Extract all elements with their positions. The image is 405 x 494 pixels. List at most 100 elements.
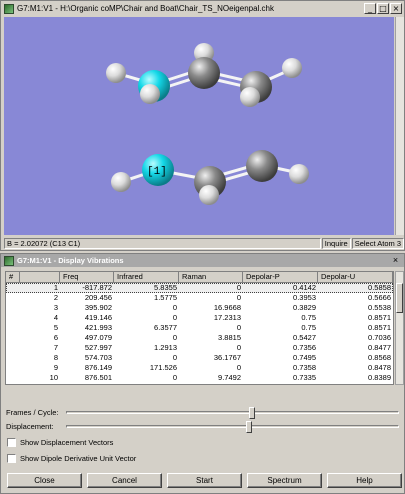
carbon-atom[interactable]: [188, 57, 220, 89]
table-cell: 527.997: [84, 343, 112, 352]
table-scrollbar[interactable]: [395, 271, 404, 385]
table-cell: 0: [236, 343, 241, 352]
close-button[interactable]: Close: [7, 473, 82, 488]
viewer-scrollbar[interactable]: [395, 17, 404, 235]
table-row[interactable]: 3 395.902 0 16.9668 0.3829 0.5538: [6, 303, 393, 313]
hydrogen-atom[interactable]: [106, 63, 126, 83]
slider-label: Displacement:: [6, 421, 54, 431]
scrollbar-thumb[interactable]: [396, 283, 403, 313]
table-row[interactable]: 9 876.149 171.526 0 0.7358 0.8478: [6, 363, 393, 373]
table-cell: 0: [172, 353, 177, 362]
table-row[interactable]: 10 876.501 0 9.7492 0.7335 0.8389: [6, 373, 393, 383]
checkbox[interactable]: [7, 437, 16, 447]
frames-per-cycle-slider[interactable]: [66, 406, 399, 419]
table-cell: 4: [53, 313, 58, 322]
table-cell: 6.3577: [154, 323, 177, 332]
table-cell: 9: [53, 363, 58, 372]
table-cell: 0.8571: [368, 323, 391, 332]
table-cell: 0: [236, 293, 241, 302]
show-dipole-vector[interactable]: Show Dipole Derivative Unit Vector: [7, 452, 136, 464]
slider-thumb[interactable]: [246, 420, 253, 433]
table-cell: 876.501: [84, 373, 112, 382]
checkbox-label: Show Displacement Vectors: [20, 437, 114, 447]
table-cell: 497.079: [84, 333, 112, 342]
viewer-statusbar: B = 2.02072 (C13 C1) Inquire Select Atom…: [4, 237, 404, 249]
table-cell: 6: [53, 333, 58, 342]
vibrations-table: # Freq Infrared Raman Depolar-P Depolar-…: [5, 271, 394, 385]
table-row[interactable]: 5 421.993 6.3577 0 0.75 0.8571: [6, 323, 393, 333]
table-cell: 0.8571: [368, 313, 391, 322]
table-row[interactable]: 4 419.146 0 17.2313 0.75 0.8571: [6, 313, 393, 323]
table-cell: 1: [53, 283, 58, 292]
viewer-title: G7:M1:V1 - H:\Organic coMP\Chair and Boa…: [17, 4, 275, 13]
column-header[interactable]: Infrared: [114, 272, 179, 282]
column-header[interactable]: #: [6, 272, 20, 282]
start-button[interactable]: Start: [167, 473, 242, 488]
spectrum-button[interactable]: Spectrum: [247, 473, 322, 488]
hydrogen-atom[interactable]: [199, 185, 219, 205]
cancel-button[interactable]: Cancel: [87, 473, 162, 488]
table-cell: 171.526: [149, 363, 177, 372]
table-cell: 36.1767: [213, 353, 241, 362]
column-header[interactable]: Raman: [179, 272, 243, 282]
table-row[interactable]: 2 209.456 1.5775 0 0.3953 0.5666: [6, 293, 393, 303]
maximize-button[interactable]: □: [377, 3, 389, 14]
table-cell: 0: [236, 283, 241, 292]
viewer-titlebar[interactable]: G7:M1:V1 - H:\Organic coMP\Chair and Boa…: [1, 1, 404, 16]
table-cell: 10: [49, 373, 58, 382]
table-cell: 0: [172, 333, 177, 342]
table-body: 1 -817.872 5.8355 0 0.4142 0.5858 2 209.456 1.57…: [6, 283, 393, 383]
table-cell: 0: [172, 373, 177, 382]
table-cell: 5.8355: [154, 283, 177, 292]
table-cell: 0.7036: [368, 333, 391, 342]
displacement-slider[interactable]: [66, 420, 399, 433]
table-cell: 0.7335: [293, 373, 316, 382]
molecule-canvas[interactable]: [1]: [4, 17, 394, 235]
table-cell: [6, 303, 20, 313]
help-button[interactable]: Help: [327, 473, 402, 488]
hydrogen-atom[interactable]: [240, 87, 260, 107]
hydrogen-atom[interactable]: [282, 58, 302, 78]
table-row[interactable]: 1 -817.872 5.8355 0 0.4142 0.5858: [6, 283, 393, 293]
table-row[interactable]: 7 527.997 1.2913 0 0.7356 0.8477: [6, 343, 393, 353]
table-row[interactable]: 8 574.703 0 36.1767 0.7495 0.8568: [6, 353, 393, 363]
column-header[interactable]: Depolar-U: [318, 272, 393, 282]
checkbox-label: Show Dipole Derivative Unit Vector: [20, 453, 137, 463]
checkbox[interactable]: [7, 453, 16, 463]
table-cell: 421.993: [84, 323, 112, 332]
table-cell: [6, 353, 20, 363]
displacement-row: Displacement:: [6, 420, 403, 433]
table-cell: 0.8568: [368, 353, 391, 362]
status-hint: Select Atom 3: [351, 237, 404, 249]
table-cell: -817.872: [82, 283, 112, 292]
table-cell: 7: [53, 343, 58, 352]
column-header[interactable]: Freq: [60, 272, 114, 282]
close-button[interactable]: ×: [390, 3, 402, 14]
minimize-button[interactable]: _: [364, 3, 376, 14]
table-cell: [6, 323, 20, 333]
button-bar: Close Cancel Start Spectrum Help: [7, 473, 402, 489]
table-cell: 0.75: [301, 323, 316, 332]
table-cell: 209.456: [84, 293, 112, 302]
hydrogen-atom[interactable]: [111, 172, 131, 192]
table-cell: 0.3953: [293, 293, 316, 302]
table-cell: 17.2313: [213, 313, 241, 322]
column-header-sort[interactable]: [20, 272, 60, 282]
show-displacement-vectors[interactable]: Show Displacement Vectors: [7, 436, 113, 448]
table-row[interactable]: 6 497.079 0 3.8815 0.5427 0.7036: [6, 333, 393, 343]
column-header[interactable]: Depolar-P: [243, 272, 318, 282]
vibrations-titlebar[interactable]: G7:M1:V1 - Display Vibrations ×: [1, 254, 404, 267]
table-cell: 3.8815: [218, 333, 241, 342]
close-icon[interactable]: ×: [390, 255, 401, 266]
app-icon: [4, 3, 14, 14]
table-cell: 0.7356: [293, 343, 316, 352]
status-text: B = 2.02072 (C13 C1): [4, 237, 321, 249]
table-cell: 419.146: [84, 313, 112, 322]
carbon-atom[interactable]: [246, 150, 278, 182]
slider-thumb[interactable]: [249, 406, 256, 419]
hydrogen-atom[interactable]: [140, 84, 160, 104]
table-cell: 9.7492: [218, 373, 241, 382]
hydrogen-atom[interactable]: [289, 164, 309, 184]
table-cell: 16.9668: [213, 303, 241, 312]
table-cell: 0: [236, 323, 241, 332]
